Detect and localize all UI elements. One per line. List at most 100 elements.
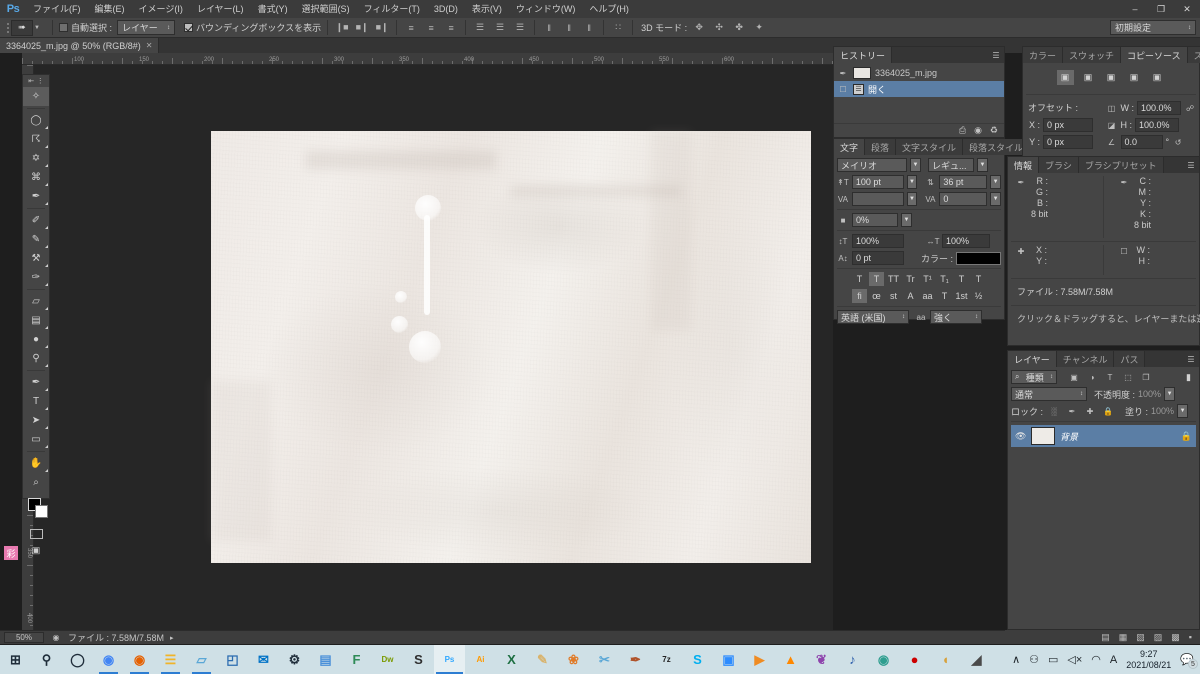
- clone-height-field[interactable]: 100.0%: [1135, 118, 1180, 132]
- opentype-button-7[interactable]: ½: [971, 289, 986, 303]
- tab-history[interactable]: ヒストリー: [834, 47, 893, 63]
- start-button[interactable]: ⊞: [0, 645, 31, 674]
- offset-x-field[interactable]: 0 px: [1043, 118, 1093, 132]
- show-hidden-icons[interactable]: ∧: [1012, 653, 1020, 666]
- opacity-value[interactable]: 100%: [1138, 389, 1161, 399]
- workspace-switcher[interactable]: 初期設定 ↕: [1110, 20, 1196, 35]
- align-vertical-button-2[interactable]: ≡: [443, 20, 459, 36]
- tab-paragraph-styles[interactable]: 段落スタイル: [963, 139, 1031, 155]
- history-brush-source-icon[interactable]: ✒: [837, 67, 849, 79]
- panel-icon-1[interactable]: ▤: [1101, 632, 1110, 643]
- zoom-tool[interactable]: ⌕: [23, 473, 49, 492]
- battery-icon[interactable]: ▭: [1048, 653, 1058, 666]
- lock-icon[interactable]: 🔒: [1181, 431, 1192, 442]
- clone-angle-field[interactable]: 0.0: [1120, 135, 1163, 149]
- menu-item-10[interactable]: ヘルプ(H): [582, 0, 636, 18]
- anti-alias-dropdown[interactable]: 強く ↕: [930, 310, 982, 324]
- wifi-icon[interactable]: ◠: [1091, 653, 1101, 666]
- butterfly-icon[interactable]: ❀: [558, 645, 589, 674]
- ffftp-icon[interactable]: F: [341, 645, 372, 674]
- tool-preset-chevron-icon[interactable]: ▼: [34, 25, 40, 31]
- font-size-chevron-icon[interactable]: ▼: [906, 175, 918, 189]
- font-style-button-1[interactable]: T: [869, 272, 884, 286]
- menu-item-3[interactable]: レイヤー(L): [190, 0, 251, 18]
- clone-stamp-tool[interactable]: ⚒: [23, 249, 49, 268]
- tool-flyout-triangle-icon[interactable]: [45, 164, 48, 167]
- canvas-image[interactable]: [211, 131, 811, 563]
- font-style-button-7[interactable]: T: [971, 272, 986, 286]
- clone-source-button-3[interactable]: ▣: [1103, 70, 1120, 85]
- align-left-button-0[interactable]: ❙■: [334, 20, 350, 36]
- tab-color[interactable]: カラー: [1023, 47, 1064, 63]
- clone-source-button-4[interactable]: ▣: [1126, 70, 1143, 85]
- green-seal-icon[interactable]: ◉: [868, 645, 899, 674]
- eye-icon[interactable]: 👁: [1015, 431, 1026, 442]
- 3d-mode-button-2[interactable]: ✤: [731, 20, 747, 36]
- tsume-chevron-icon[interactable]: ▼: [901, 213, 912, 227]
- panel-icon-2[interactable]: ▦: [1119, 632, 1128, 643]
- tool-flyout-triangle-icon[interactable]: [45, 426, 48, 429]
- font-style-chevron-icon[interactable]: ▼: [977, 158, 988, 172]
- flip-horizontal-icon[interactable]: ◫: [1106, 102, 1118, 114]
- font-style-button-5[interactable]: T₁: [937, 272, 952, 286]
- lock-image-icon[interactable]: ✒: [1066, 405, 1078, 417]
- healing-brush-tool[interactable]: ✐: [23, 211, 49, 230]
- tab-styles[interactable]: スタイル: [1187, 47, 1200, 63]
- align-vertical-button-1[interactable]: ≡: [423, 20, 439, 36]
- opentype-button-1[interactable]: œ: [869, 289, 884, 303]
- collapse-icon[interactable]: ⇤: [28, 77, 34, 85]
- lock-position-icon[interactable]: ✚: [1084, 405, 1096, 417]
- opentype-button-3[interactable]: A: [903, 289, 918, 303]
- lock-transparent-icon[interactable]: ░: [1048, 405, 1060, 417]
- illustrator-icon[interactable]: Ai: [465, 645, 496, 674]
- fill-chevron-icon[interactable]: ▼: [1177, 404, 1189, 418]
- move-tool[interactable]: ✧: [23, 87, 49, 106]
- flip-vertical-icon[interactable]: ◪: [1106, 119, 1118, 131]
- menu-item-1[interactable]: 編集(E): [88, 0, 132, 18]
- offset-y-field[interactable]: 0 px: [1043, 135, 1093, 149]
- tool-flyout-triangle-icon[interactable]: [45, 326, 48, 329]
- auto-align-button-0[interactable]: ∷: [610, 20, 626, 36]
- align-left-button-2[interactable]: ■❙: [374, 20, 390, 36]
- 3d-mode-button-3[interactable]: ✦: [751, 20, 767, 36]
- pixel-filter-icon[interactable]: ▣: [1068, 371, 1080, 383]
- tab-paths[interactable]: パス: [1114, 351, 1146, 367]
- kerning-field[interactable]: [851, 192, 904, 206]
- panel-icon-5[interactable]: ▩: [1171, 632, 1180, 643]
- record-icon[interactable]: ●: [899, 645, 930, 674]
- menu-item-8[interactable]: 表示(V): [465, 0, 509, 18]
- document-tab[interactable]: 3364025_m.jpg @ 50% (RGB/8#) ✕: [0, 38, 160, 53]
- menu-item-2[interactable]: イメージ(I): [132, 0, 190, 18]
- menu-item-0[interactable]: ファイル(F): [26, 0, 88, 18]
- tracking-chevron-icon[interactable]: ▼: [990, 192, 1001, 206]
- font-family-field[interactable]: メイリオ: [837, 158, 907, 172]
- firefox-icon[interactable]: ◉: [124, 645, 155, 674]
- panel-menu-icon[interactable]: ☰: [1183, 351, 1199, 367]
- table-row[interactable]: 👁 背景 🔒: [1011, 425, 1196, 447]
- vlc-icon[interactable]: ▲: [775, 645, 806, 674]
- music-icon[interactable]: ♪: [837, 645, 868, 674]
- eraser-tool[interactable]: ▱: [23, 292, 49, 311]
- headset-icon[interactable]: ⚇: [1029, 653, 1039, 666]
- excel-icon[interactable]: X: [496, 645, 527, 674]
- extra-tool-button[interactable]: 彩: [4, 546, 18, 560]
- chrome-icon[interactable]: ◉: [93, 645, 124, 674]
- history-state-row[interactable]: ☐ ☰ 開く: [834, 81, 1004, 97]
- scissors-icon[interactable]: ✂: [589, 645, 620, 674]
- smart-object-filter-icon[interactable]: ❐: [1140, 371, 1152, 383]
- gradient-tool[interactable]: ▤: [23, 311, 49, 330]
- clone-source-button-1[interactable]: ▣: [1056, 70, 1074, 85]
- status-expand-arrow-icon[interactable]: ▸: [170, 634, 174, 642]
- canvas-area[interactable]: [34, 65, 833, 630]
- distribute-h-button-2[interactable]: ‖: [581, 20, 597, 36]
- horizontal-scale-field[interactable]: 100%: [942, 234, 990, 248]
- eraser-app-icon[interactable]: ✎: [527, 645, 558, 674]
- panel-icon-6[interactable]: ▪: [1189, 632, 1192, 642]
- filter-toggle-switch[interactable]: ▮: [1181, 370, 1196, 384]
- tool-flyout-triangle-icon[interactable]: [45, 264, 48, 267]
- font-style-button-2[interactable]: TT: [886, 272, 901, 286]
- photoshop-icon[interactable]: Ps: [434, 645, 465, 674]
- history-snapshot-row[interactable]: ✒ 3364025_m.jpg: [834, 65, 1004, 81]
- zoom-app-icon[interactable]: ▣: [713, 645, 744, 674]
- type-filter-icon[interactable]: T: [1104, 371, 1116, 383]
